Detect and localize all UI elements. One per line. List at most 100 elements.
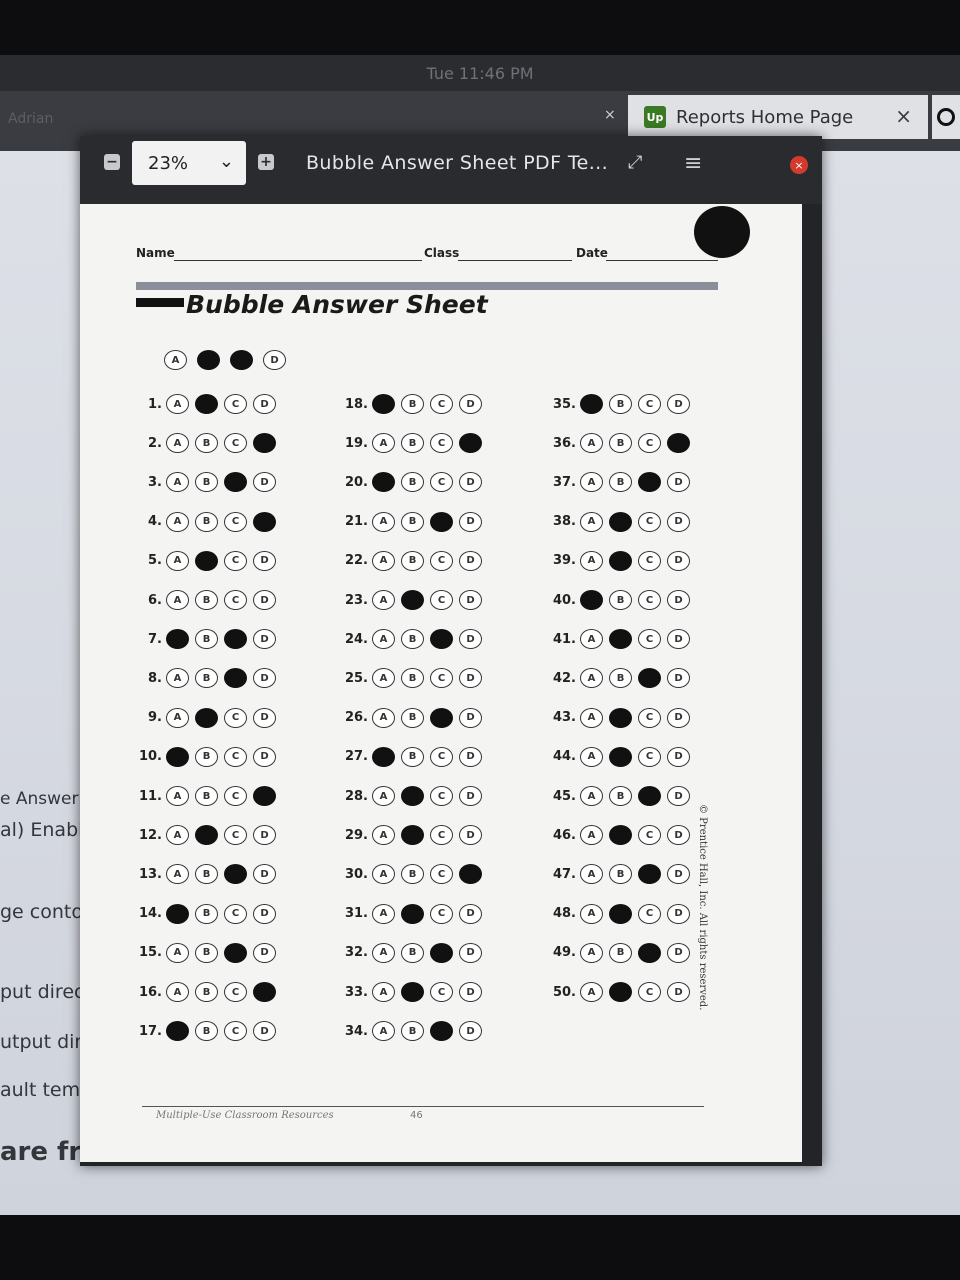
answer-bubble[interactable]: B [609,942,632,963]
answer-bubble[interactable]: B [195,982,218,1002]
answer-bubble[interactable]: D [459,590,482,610]
answer-bubble[interactable]: C [638,550,661,571]
answer-bubble[interactable]: C [638,864,661,885]
answer-bubble[interactable]: A [580,629,603,650]
answer-bubble[interactable]: D [253,394,276,414]
expand-icon[interactable]: ⤢ [628,152,642,173]
answer-bubble[interactable]: C [224,550,247,571]
answer-bubble[interactable]: B [195,629,218,650]
answer-bubble[interactable]: B [195,903,218,924]
answer-bubble[interactable]: B [609,746,632,767]
answer-bubble[interactable]: A [166,668,189,689]
answer-bubble[interactable]: B [401,550,424,571]
answer-bubble[interactable]: C [224,590,247,610]
answer-bubble[interactable]: C [638,786,661,806]
github-tab-icon[interactable] [932,95,960,139]
answer-bubble[interactable]: A [166,864,189,885]
answer-bubble[interactable]: B [609,825,632,846]
example-bubble[interactable]: B [197,350,220,370]
answer-bubble[interactable]: D [253,590,276,610]
answer-bubble[interactable]: D [253,433,276,454]
answer-bubble[interactable]: B [195,746,218,767]
answer-bubble[interactable]: D [253,746,276,767]
answer-bubble[interactable]: D [253,825,276,846]
answer-bubble[interactable]: C [430,707,453,728]
answer-bubble[interactable]: A [166,825,189,846]
answer-bubble[interactable]: D [253,942,276,963]
answer-bubble[interactable]: B [401,825,424,846]
answer-bubble[interactable]: C [224,707,247,728]
answer-bubble[interactable]: D [667,864,690,885]
answer-bubble[interactable]: D [667,394,690,414]
answer-bubble[interactable]: C [224,433,247,454]
answer-bubble[interactable]: C [430,629,453,650]
answer-bubble[interactable]: C [430,472,453,493]
ghost-tab-close-icon[interactable]: × [604,107,616,123]
answer-bubble[interactable]: C [638,394,661,414]
answer-bubble[interactable]: D [667,511,690,532]
answer-bubble[interactable]: A [166,590,189,610]
answer-bubble[interactable]: A [166,511,189,532]
answer-bubble[interactable]: A [372,942,395,963]
answer-bubble[interactable]: A [580,903,603,924]
answer-bubble[interactable]: D [459,394,482,414]
system-clock[interactable]: Tue 11:46 PM [426,64,533,83]
answer-bubble[interactable]: A [372,550,395,571]
answer-bubble[interactable]: B [195,707,218,728]
answer-bubble[interactable]: C [224,942,247,963]
answer-bubble[interactable]: D [459,942,482,963]
answer-bubble[interactable]: A [166,746,189,767]
answer-bubble[interactable]: D [459,1021,482,1042]
answer-bubble[interactable]: B [401,1021,424,1042]
answer-bubble[interactable]: A [372,668,395,689]
answer-bubble[interactable]: C [224,629,247,650]
answer-bubble[interactable]: D [253,511,276,532]
answer-bubble[interactable]: A [372,707,395,728]
answer-bubble[interactable]: C [638,511,661,532]
answer-bubble[interactable]: B [401,668,424,689]
answer-bubble[interactable]: C [224,472,247,493]
answer-bubble[interactable]: B [401,433,424,454]
answer-bubble[interactable]: B [401,472,424,493]
answer-bubble[interactable]: C [430,394,453,414]
answer-bubble[interactable]: B [401,982,424,1002]
answer-bubble[interactable]: A [580,982,603,1002]
answer-bubble[interactable]: D [253,550,276,571]
answer-bubble[interactable]: B [195,668,218,689]
answer-bubble[interactable]: C [430,864,453,885]
answer-bubble[interactable]: D [667,472,690,493]
answer-bubble[interactable]: B [609,982,632,1002]
answer-bubble[interactable]: C [638,629,661,650]
answer-bubble[interactable]: D [459,864,482,885]
answer-bubble[interactable]: D [253,668,276,689]
tab-close-icon[interactable]: × [895,104,912,128]
zoom-in-button[interactable]: + [258,154,274,170]
answer-bubble[interactable]: C [224,982,247,1002]
answer-bubble[interactable]: A [372,590,395,610]
answer-bubble[interactable]: C [224,394,247,414]
answer-bubble[interactable]: A [166,433,189,454]
answer-bubble[interactable]: A [372,982,395,1002]
answer-bubble[interactable]: A [372,864,395,885]
answer-bubble[interactable]: D [253,629,276,650]
example-bubble[interactable]: A [164,350,187,370]
answer-bubble[interactable]: A [580,864,603,885]
answer-bubble[interactable]: C [638,668,661,689]
answer-bubble[interactable]: C [638,590,661,610]
zoom-select[interactable]: 23% ⌄ [132,141,246,185]
answer-bubble[interactable]: B [609,511,632,532]
answer-bubble[interactable]: B [401,511,424,532]
answer-bubble[interactable]: B [609,472,632,493]
answer-bubble[interactable]: A [580,707,603,728]
answer-bubble[interactable]: B [609,707,632,728]
answer-bubble[interactable]: D [459,786,482,806]
close-icon[interactable]: × [790,156,808,174]
answer-bubble[interactable]: C [638,472,661,493]
answer-bubble[interactable]: D [253,982,276,1002]
browser-tab-reports[interactable]: Up Reports Home Page × [628,95,928,139]
answer-bubble[interactable]: B [195,786,218,806]
answer-bubble[interactable]: D [459,825,482,846]
answer-bubble[interactable]: B [195,1021,218,1042]
answer-bubble[interactable]: B [401,942,424,963]
example-bubble[interactable]: C [230,350,253,370]
